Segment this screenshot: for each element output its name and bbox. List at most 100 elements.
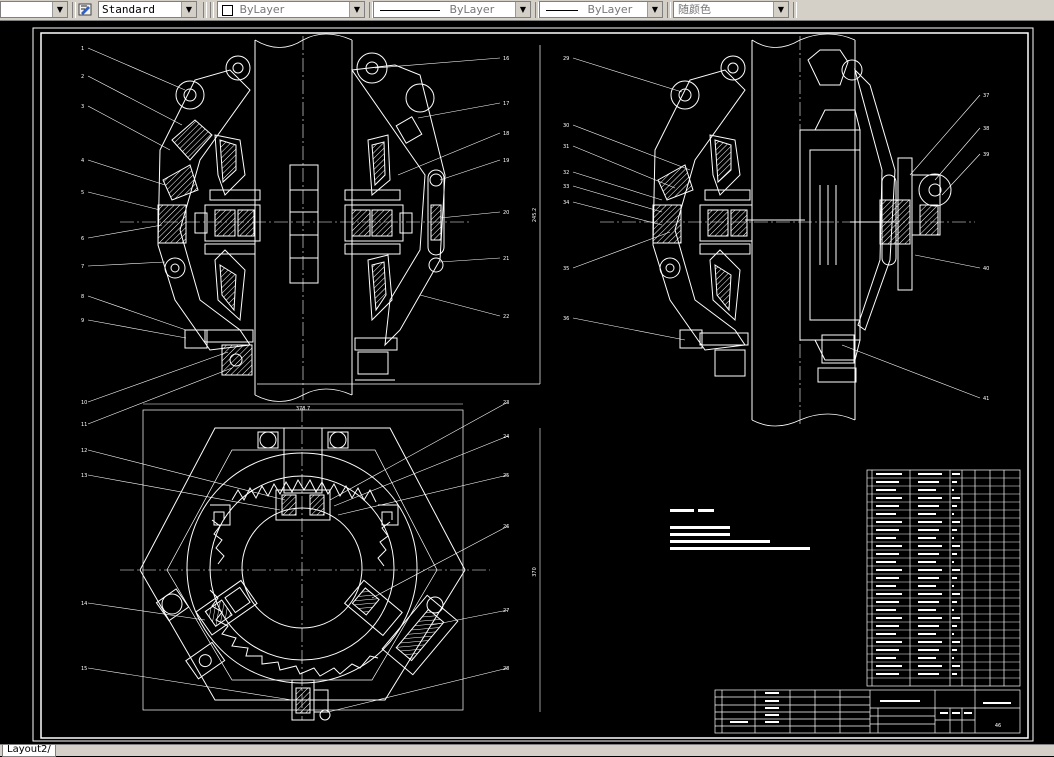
cad-drawing: 378.7 245.2 370 1 2 3 4 5 6 7 8 9 10 11 … bbox=[32, 27, 1034, 742]
table-cell-text bbox=[918, 609, 936, 611]
toolbar-left-dropdown[interactable]: ▼ bbox=[0, 1, 68, 18]
table-cell-text bbox=[876, 601, 899, 603]
callout-label: 9 bbox=[81, 318, 84, 324]
table-cell-text bbox=[952, 609, 954, 611]
callout-label: 39 bbox=[983, 152, 989, 158]
table-cell-text bbox=[876, 561, 896, 563]
drawing-number: 46 bbox=[995, 723, 1001, 729]
table-cell-text bbox=[952, 601, 957, 603]
table-cell-text bbox=[876, 625, 899, 627]
callout-label: 8 bbox=[81, 294, 84, 300]
color-control-value: ByLayer bbox=[239, 3, 285, 16]
callout-label: 25 bbox=[503, 473, 509, 479]
drawing-canvas[interactable]: 378.7 245.2 370 1 2 3 4 5 6 7 8 9 10 11 … bbox=[0, 21, 1054, 744]
text-style-value: Standard bbox=[102, 3, 155, 16]
table-cell-text bbox=[918, 513, 936, 515]
callout-label: 14 bbox=[81, 601, 87, 607]
callout-label: 41 bbox=[983, 396, 989, 402]
table-cell-text bbox=[918, 657, 936, 659]
table-cell-text bbox=[876, 633, 896, 635]
callout-label: 26 bbox=[503, 524, 509, 530]
table-cell-text bbox=[918, 529, 939, 531]
callout-label: 30 bbox=[563, 123, 569, 129]
table-cell-text bbox=[918, 625, 939, 627]
callout-label: 3 bbox=[81, 104, 84, 110]
table-cell-text bbox=[876, 649, 899, 651]
linetype-control-dropdown[interactable]: ByLayer ▼ bbox=[373, 1, 531, 18]
callout-label: 12 bbox=[81, 448, 87, 454]
callout-label: 33 bbox=[563, 184, 569, 190]
callout-label: 24 bbox=[503, 434, 509, 440]
dimension-text: 378.7 bbox=[296, 406, 310, 412]
chevron-down-icon[interactable]: ▼ bbox=[181, 2, 196, 17]
toolbar-separator bbox=[667, 2, 671, 18]
table-cell-text bbox=[918, 569, 942, 571]
toolbar-separator bbox=[203, 2, 207, 18]
lineweight-sample-icon bbox=[546, 9, 578, 11]
tab-layout2[interactable]: Layout2/ bbox=[2, 745, 56, 757]
table-cell-text bbox=[918, 601, 939, 603]
table-cell-text bbox=[918, 633, 936, 635]
callout-label: 37 bbox=[983, 93, 989, 99]
top-plan-view bbox=[87, 401, 541, 721]
color-control-dropdown[interactable]: ByLayer ▼ bbox=[217, 1, 365, 18]
tab-label: Layout2 bbox=[7, 744, 48, 755]
plot-style-control-dropdown[interactable]: 随颜色 ▼ bbox=[673, 1, 789, 18]
front-section-view bbox=[87, 33, 541, 425]
table-cell-text bbox=[952, 665, 960, 667]
table-cell-text bbox=[918, 593, 942, 595]
lineweight-control-dropdown[interactable]: ByLayer ▼ bbox=[539, 1, 663, 18]
callout-label: 2 bbox=[81, 74, 84, 80]
callout-label: 4 bbox=[81, 158, 84, 164]
table-cell-text bbox=[952, 529, 957, 531]
table-cell-text bbox=[918, 537, 936, 539]
callout-label: 18 bbox=[503, 131, 509, 137]
text-style-icon[interactable] bbox=[78, 2, 94, 17]
table-cell-text bbox=[952, 513, 954, 515]
table-cell-text bbox=[918, 617, 942, 619]
table-cell-text bbox=[952, 633, 954, 635]
chevron-down-icon[interactable]: ▼ bbox=[52, 2, 67, 17]
table-cell-text bbox=[918, 553, 939, 555]
table-cell-text bbox=[876, 585, 896, 587]
callout-label: 35 bbox=[563, 266, 569, 272]
text-style-dropdown[interactable]: Standard ▼ bbox=[98, 1, 197, 18]
table-cell-text bbox=[918, 545, 942, 547]
technical-requirements-notes bbox=[670, 509, 810, 550]
callout-label: 5 bbox=[81, 190, 84, 196]
chevron-down-icon[interactable]: ▼ bbox=[515, 2, 530, 17]
table-cell-text bbox=[918, 489, 936, 491]
table-cell-text bbox=[952, 489, 954, 491]
callout-label: 22 bbox=[503, 314, 509, 320]
callout-label: 40 bbox=[983, 266, 989, 272]
toolbar-separator bbox=[72, 2, 76, 18]
chevron-down-icon[interactable]: ▼ bbox=[773, 2, 788, 17]
table-cell-text bbox=[876, 593, 902, 595]
table-cell-text bbox=[952, 521, 960, 523]
chevron-down-icon[interactable]: ▼ bbox=[647, 2, 662, 17]
table-cell-text bbox=[952, 553, 957, 555]
table-cell-text bbox=[918, 585, 936, 587]
table-cell-text bbox=[952, 625, 957, 627]
callout-label: 1 bbox=[81, 46, 84, 52]
callout-label: 38 bbox=[983, 126, 989, 132]
callout-label: 16 bbox=[503, 56, 509, 62]
table-cell-text bbox=[876, 665, 902, 667]
table-cell-text bbox=[876, 497, 902, 499]
table-cell-text bbox=[952, 577, 957, 579]
callout-label: 15 bbox=[81, 666, 87, 672]
lineweight-control-value: ByLayer bbox=[587, 3, 633, 16]
table-cell-text bbox=[952, 537, 954, 539]
callout-label: 11 bbox=[81, 422, 87, 428]
table-cell-text bbox=[918, 497, 942, 499]
table-cell-text bbox=[952, 617, 960, 619]
table-cell-text bbox=[952, 545, 960, 547]
table-cell-text bbox=[952, 585, 954, 587]
chevron-down-icon[interactable]: ▼ bbox=[349, 2, 364, 17]
table-cell-text bbox=[952, 649, 957, 651]
callout-labels-left: 1 2 3 4 5 6 7 8 9 10 11 12 13 14 15 bbox=[81, 46, 87, 672]
table-cell-text bbox=[876, 545, 902, 547]
table-cell-text bbox=[876, 569, 902, 571]
table-cell-text bbox=[952, 497, 960, 499]
table-cell-text bbox=[876, 529, 899, 531]
